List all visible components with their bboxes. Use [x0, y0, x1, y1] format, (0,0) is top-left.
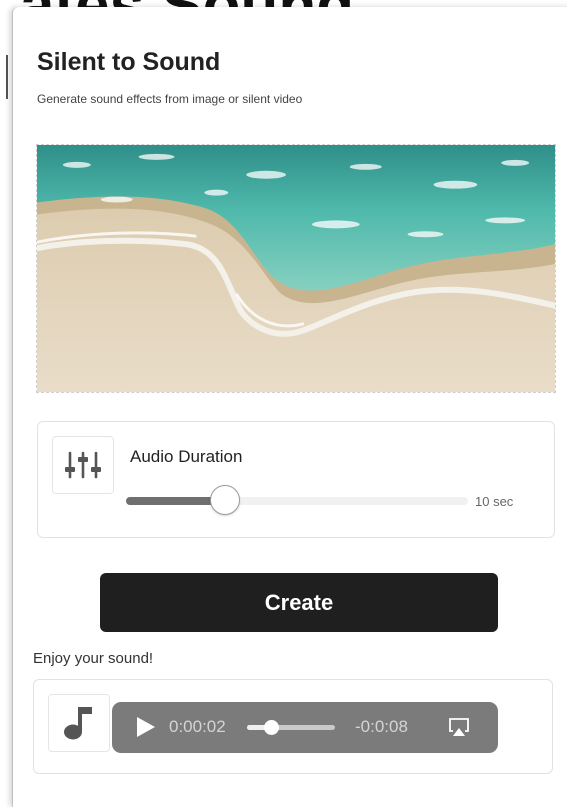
airplay-icon[interactable]: [448, 717, 470, 737]
dialog-title: Silent to Sound: [37, 48, 221, 76]
generated-sound-panel: 0:00:02 -0:0:08: [33, 679, 553, 774]
audio-player: 0:00:02 -0:0:08: [112, 702, 498, 753]
duration-slider[interactable]: [126, 485, 468, 515]
beach-shoreline-image: [37, 145, 555, 392]
play-icon[interactable]: [134, 716, 156, 738]
audio-duration-panel: Audio Duration 10 sec: [37, 421, 555, 538]
remaining-time: -0:0:08: [355, 717, 408, 736]
sliders-icon: [52, 436, 114, 494]
audio-duration-label: Audio Duration: [130, 447, 243, 466]
playback-progress-bar[interactable]: [247, 720, 335, 735]
background-edge: [0, 55, 8, 99]
dialog-subtitle: Generate sound effects from image or sil…: [37, 92, 303, 106]
progress-thumb[interactable]: [263, 720, 279, 735]
duration-value: 10 sec: [475, 494, 514, 509]
duration-slider-thumb[interactable]: [210, 485, 241, 515]
current-time: 0:00:02: [169, 717, 226, 736]
image-upload-zone[interactable]: [36, 144, 556, 393]
music-note-icon: [48, 694, 110, 752]
create-button[interactable]: Create: [100, 573, 498, 632]
result-label: Enjoy your sound!: [33, 650, 154, 667]
